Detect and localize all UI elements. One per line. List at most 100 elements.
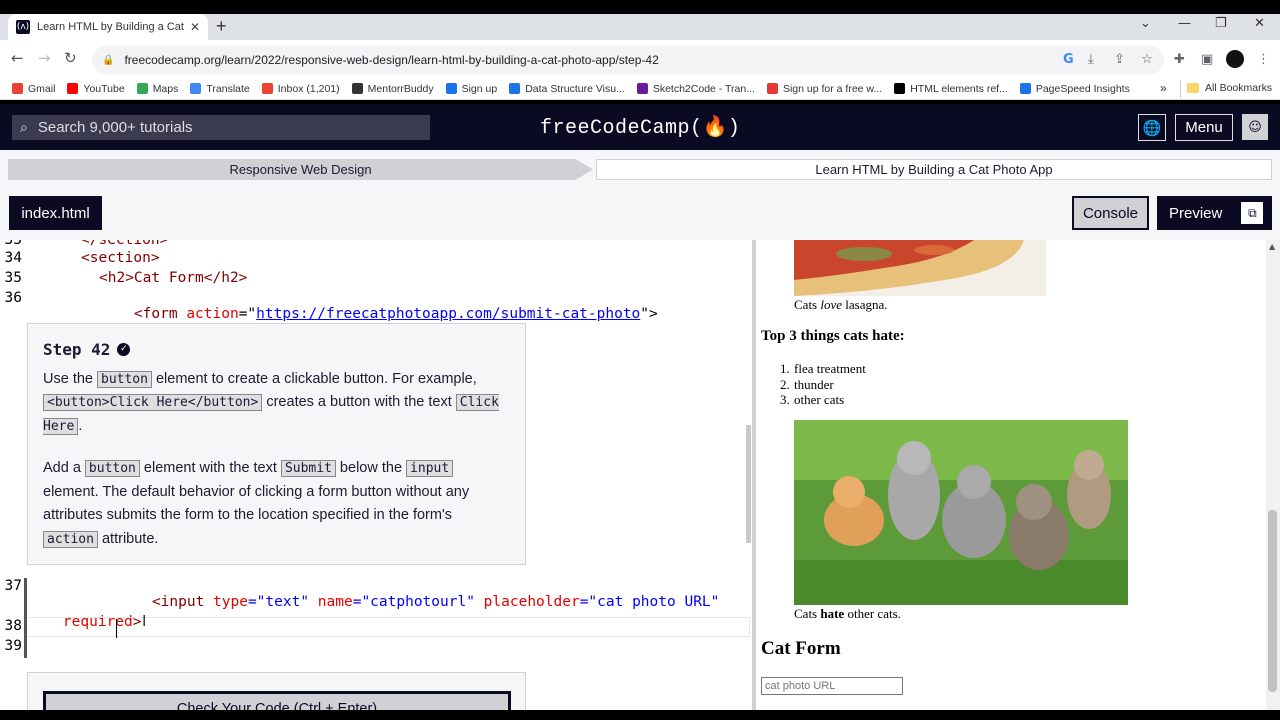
- new-tab-icon[interactable]: +: [216, 16, 227, 37]
- bookmark-item[interactable]: YouTube: [67, 83, 125, 95]
- search-input[interactable]: ⌕ Search 9,000+ tutorials: [12, 115, 430, 140]
- bookmark-item[interactable]: Sign up for a free w...: [766, 83, 882, 95]
- minimize-icon[interactable]: —: [1178, 16, 1191, 31]
- bookmark-favicon-icon: [67, 83, 79, 94]
- url-text: freecodecamp.org/learn/2022/responsive-w…: [124, 53, 659, 67]
- editor-scrollbar[interactable]: [746, 425, 751, 543]
- profile-avatar[interactable]: [1226, 50, 1244, 68]
- bookmarks-overflow-icon[interactable]: »: [1160, 81, 1167, 95]
- url-field[interactable]: 🔒 freecodecamp.org/learn/2022/responsive…: [92, 46, 1164, 74]
- code-token: name: [317, 594, 353, 610]
- cat-photo-url-input[interactable]: [761, 677, 903, 695]
- user-avatar[interactable]: ☺: [1242, 114, 1268, 140]
- tab-search-icon[interactable]: ⌄: [1140, 16, 1151, 31]
- reload-icon[interactable]: ↻: [64, 49, 77, 67]
- bookmark-label: Sign up: [461, 82, 498, 95]
- install-icon[interactable]: ⤓: [1088, 52, 1094, 67]
- bookmark-item[interactable]: Data Structure Visu...: [509, 83, 625, 95]
- caption-text: lasagna.: [842, 297, 888, 312]
- close-window-icon[interactable]: ✕: [1254, 16, 1265, 31]
- step-text: Use the: [43, 370, 97, 387]
- code-token: ="text": [247, 594, 318, 610]
- search-icon: ⌕: [20, 119, 28, 136]
- bookmark-label: MentorrBuddy: [367, 82, 434, 95]
- code-url-link[interactable]: https://freecatphotoapp.com/submit-cat-p…: [256, 306, 640, 322]
- tab-title: Learn HTML by Building a Cat Ph: [37, 21, 184, 33]
- forward-icon[interactable]: →: [38, 49, 51, 67]
- menu-button[interactable]: Menu: [1175, 114, 1233, 141]
- all-bookmarks[interactable]: All Bookmarks: [1187, 82, 1272, 94]
- bookmark-item[interactable]: Maps: [136, 82, 179, 95]
- scroll-up-icon[interactable]: ▲: [1269, 242, 1275, 251]
- bookmark-star-icon[interactable]: ☆: [1141, 52, 1153, 67]
- bookmark-item[interactable]: PageSpeed Insights: [1019, 83, 1130, 95]
- preview-pane: Cats love lasagna. Top 3 things cats hat…: [756, 240, 1266, 710]
- hate-list-heading: Top 3 things cats hate:: [761, 328, 905, 344]
- folder-icon: [1187, 83, 1199, 93]
- line-number: 39: [4, 638, 22, 654]
- step-text: below the: [335, 460, 407, 476]
- search-placeholder: Search 9,000+ tutorials: [37, 119, 193, 136]
- step-text: element to create a clickable button. Fo…: [151, 370, 477, 387]
- maximize-icon[interactable]: ❐: [1215, 16, 1227, 31]
- bookmark-item[interactable]: Inbox (1,201): [261, 83, 340, 95]
- share-icon[interactable]: ⇪: [1114, 52, 1125, 67]
- google-icon[interactable]: G: [1063, 52, 1074, 67]
- code-token: <input: [151, 594, 214, 610]
- close-tab-icon[interactable]: ✕: [190, 20, 200, 34]
- bookmark-favicon-icon: [190, 83, 202, 94]
- preview-scrollbar-thumb[interactable]: [1268, 510, 1277, 692]
- code-token: ="catphotourl": [352, 594, 484, 610]
- browser-tab[interactable]: (ʌ) Learn HTML by Building a Cat Ph ✕: [8, 14, 208, 40]
- side-panel-icon[interactable]: ▣: [1201, 52, 1213, 67]
- popout-icon[interactable]: ⧉: [1241, 202, 1264, 224]
- code-token: ="cat photo URL": [579, 594, 720, 610]
- bookmark-item[interactable]: HTML elements ref...: [894, 83, 1008, 95]
- bookmarks-bar: Gmail YouTube Maps Translate Inbox (1,201) Me…: [0, 78, 1280, 100]
- inline-code: action: [43, 530, 98, 548]
- bookmark-favicon-icon: [136, 83, 148, 94]
- bookmark-label: Translate: [206, 82, 250, 95]
- step-title-text: Step 42: [43, 340, 111, 359]
- bookmark-item[interactable]: Sign up: [445, 82, 498, 95]
- kittens-caption: Cats hate other cats.: [794, 606, 901, 622]
- bookmark-label: HTML elements ref...: [910, 82, 1008, 95]
- bookmark-label: Maps: [152, 82, 179, 95]
- list-item: 2. thunder: [780, 376, 834, 392]
- bookmark-favicon-icon: [766, 83, 778, 94]
- active-line-highlight: [25, 617, 750, 637]
- file-tab-index-html[interactable]: index.html: [9, 196, 102, 230]
- list-item: 1. flea treatment: [780, 361, 866, 376]
- fcc-logo[interactable]: freeCodeCamp(🔥): [540, 114, 740, 140]
- breadcrumb-course[interactable]: Responsive Web Design: [8, 159, 593, 180]
- screen-top-bar: [0, 0, 1280, 14]
- bookmark-item[interactable]: Translate: [190, 82, 250, 95]
- line-number: 37: [4, 578, 22, 594]
- bookmark-item[interactable]: Sketch2Code - Tran...: [636, 83, 755, 95]
- bookmark-favicon-icon: [351, 83, 363, 94]
- extensions-icon[interactable]: ✚: [1174, 52, 1185, 67]
- language-globe-icon[interactable]: 🌐: [1138, 114, 1166, 141]
- breadcrumb-project[interactable]: Learn HTML by Building a Cat Photo App: [596, 159, 1272, 180]
- lock-icon: 🔒: [102, 54, 115, 66]
- bookmark-item[interactable]: Gmail: [12, 83, 55, 95]
- fcc-favicon-icon: (ʌ): [16, 20, 30, 34]
- inline-code: button: [84, 460, 140, 477]
- preview-button[interactable]: Preview ⧉: [1157, 196, 1272, 230]
- bookmark-favicon-icon: [445, 83, 457, 94]
- step-text: element with the text: [139, 460, 281, 476]
- caption-strong: hate: [820, 606, 845, 621]
- step-text: attribute.: [97, 530, 159, 547]
- hate-list: 1. flea treatment 2. thunder 3. other cats: [780, 361, 866, 408]
- back-icon[interactable]: ←: [11, 49, 24, 67]
- lasagna-image: [794, 240, 1046, 296]
- bookmark-item[interactable]: MentorrBuddy: [351, 82, 434, 95]
- inline-code: button: [97, 370, 152, 388]
- step-instructions: Step 42 ✓ Use the button element to creat…: [27, 323, 526, 565]
- screen-bottom-bar: [0, 710, 1280, 720]
- more-menu-icon[interactable]: ⋮: [1257, 52, 1270, 67]
- bookmark-label: Data Structure Visu...: [525, 82, 625, 95]
- inline-code: <button>Click Here</button>: [43, 394, 263, 411]
- console-button[interactable]: Console: [1072, 196, 1149, 230]
- line-number: 34: [4, 250, 22, 266]
